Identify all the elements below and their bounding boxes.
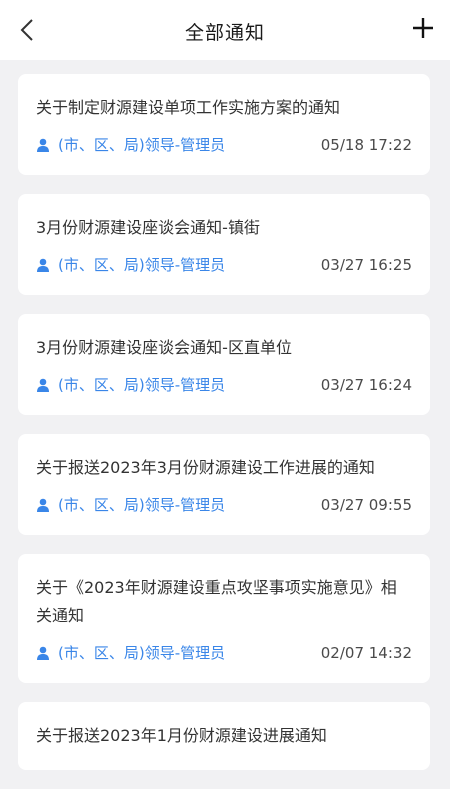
notice-author-name: (市、区、局)领导-管理员 — [58, 136, 226, 154]
notice-meta: (市、区、局)领导-管理员 05/18 17:22 — [36, 134, 412, 155]
person-icon — [37, 138, 49, 152]
notice-title: 关于报送2023年1月份财源建设进展通知 — [36, 726, 327, 745]
page-title: 全部通知 — [184, 21, 265, 44]
add-notice-button[interactable] — [410, 14, 436, 42]
notice-meta: (市、区、局)领导-管理员 03/27 09:55 — [36, 494, 412, 515]
plus-icon — [413, 18, 433, 38]
notice-list: 关于制定财源建设单项工作实施方案的通知 (市、区、局)领导-管理员 05/18 … — [18, 74, 430, 789]
person-icon — [37, 646, 49, 660]
notice-author-name: (市、区、局)领导-管理员 — [58, 644, 226, 662]
notice-meta: (市、区、局)领导-管理员 02/07 14:32 — [36, 642, 412, 663]
header-bar: 全部通知 — [0, 0, 450, 60]
notice-author: (市、区、局)领导-管理员 — [36, 134, 225, 155]
notice-card[interactable]: 关于制定财源建设单项工作实施方案的通知 (市、区、局)领导-管理员 05/18 … — [18, 74, 430, 175]
notice-time: 03/27 16:25 — [320, 255, 412, 274]
person-icon — [37, 258, 49, 272]
notice-author-name: (市、区、局)领导-管理员 — [58, 256, 226, 274]
notice-card[interactable]: 3月份财源建设座谈会通知-镇街 (市、区、局)领导-管理员 03/27 16:2… — [18, 194, 430, 295]
person-icon — [37, 378, 49, 392]
notice-author: (市、区、局)领导-管理员 — [36, 642, 225, 663]
notice-author: (市、区、局)领导-管理员 — [36, 254, 225, 275]
chevron-left-icon — [20, 19, 33, 41]
notice-card[interactable]: 关于报送2023年3月份财源建设工作进展的通知 (市、区、局)领导-管理员 03… — [18, 434, 430, 535]
back-button[interactable] — [14, 16, 40, 44]
notice-author: (市、区、局)领导-管理员 — [36, 494, 225, 515]
notice-card[interactable]: 3月份财源建设座谈会通知-区直单位 (市、区、局)领导-管理员 03/27 16… — [18, 314, 430, 415]
person-icon — [37, 498, 49, 512]
notice-title: 3月份财源建设座谈会通知-区直单位 — [36, 338, 292, 357]
notice-card[interactable]: 关于报送2023年1月份财源建设进展通知 — [18, 702, 430, 770]
notice-title: 关于报送2023年3月份财源建设工作进展的通知 — [36, 458, 375, 477]
notice-card[interactable]: 关于《2023年财源建设重点攻坚事项实施意见》相关通知 (市、区、局)领导-管理… — [18, 554, 430, 683]
notice-time: 03/27 09:55 — [320, 495, 412, 514]
notice-author-name: (市、区、局)领导-管理员 — [58, 376, 226, 394]
notice-title: 关于制定财源建设单项工作实施方案的通知 — [36, 98, 341, 117]
notice-author: (市、区、局)领导-管理员 — [36, 374, 225, 395]
notice-time: 02/07 14:32 — [320, 643, 412, 662]
notice-title: 关于《2023年财源建设重点攻坚事项实施意见》相关通知 — [36, 578, 397, 625]
notice-meta: (市、区、局)领导-管理员 03/27 16:24 — [36, 374, 412, 395]
notice-author-name: (市、区、局)领导-管理员 — [58, 496, 226, 514]
notice-time: 03/27 16:24 — [320, 375, 412, 394]
notice-meta: (市、区、局)领导-管理员 03/27 16:25 — [36, 254, 412, 275]
notice-time: 05/18 17:22 — [320, 135, 412, 154]
notice-title: 3月份财源建设座谈会通知-镇街 — [36, 218, 260, 237]
